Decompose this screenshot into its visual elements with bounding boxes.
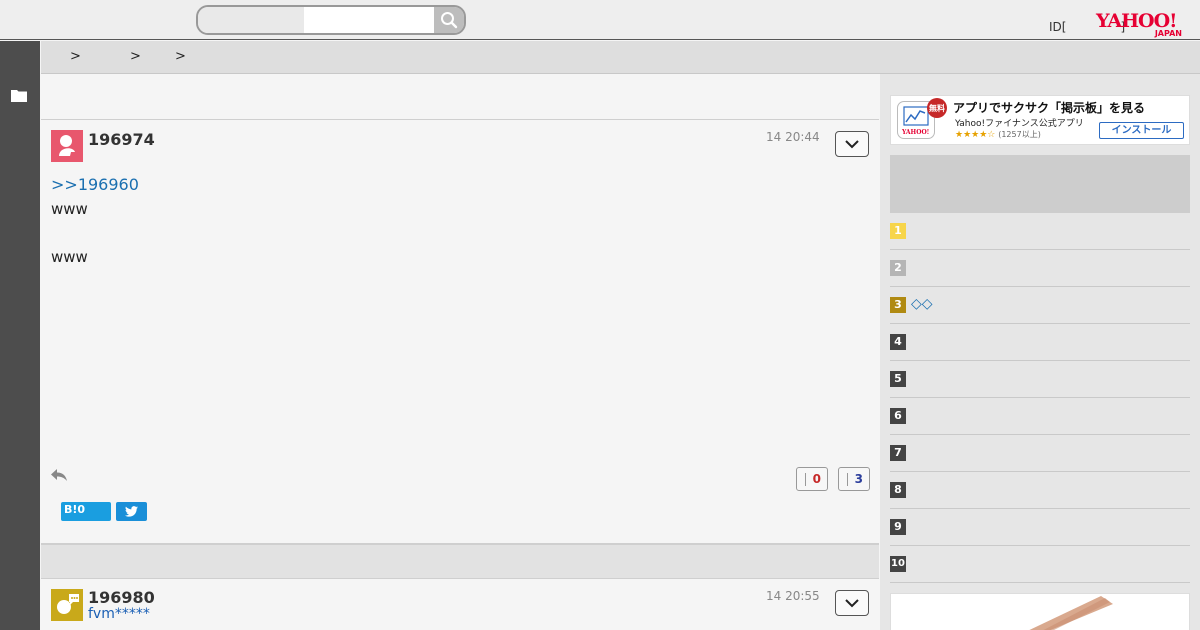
app-icon-text: YAHOO!	[902, 129, 930, 136]
ranking-item[interactable]: 10	[890, 546, 1190, 583]
hatena-bookmark-button[interactable]: B!0	[61, 502, 111, 521]
breadcrumb: > > >	[41, 41, 1200, 74]
search-input[interactable]	[304, 7, 434, 33]
hatena-label: B!0	[64, 503, 86, 516]
post-item: 196980 fvm***** 14 20:55	[41, 579, 879, 630]
post-menu-button[interactable]	[835, 131, 869, 157]
search-icon	[441, 12, 458, 29]
app-banner-subtitle: Yahoo!ファイナンス公式アプリ	[955, 119, 1084, 129]
breadcrumb-separator: >	[175, 49, 186, 64]
rank-badge: 9	[890, 519, 906, 535]
twitter-share-button[interactable]	[116, 502, 147, 521]
chevron-down-icon	[845, 139, 859, 148]
ranking-item[interactable]: 5	[890, 361, 1190, 398]
post-username[interactable]: fvm*****	[88, 606, 150, 622]
app-banner-title: アプリでサクサク「掲示板」を見る	[953, 101, 1146, 115]
rank-badge: 7	[890, 445, 906, 461]
post-item: 196974 14 20:44 >>196960 www www 0 3 B!0	[41, 120, 879, 544]
vote-divider	[847, 473, 848, 486]
rank-badge: 6	[890, 408, 906, 424]
ad-arm-image	[1029, 596, 1113, 630]
ranking-list: 1 2 3 ◇◇ 4 5 6 7 8 9 10	[890, 213, 1190, 583]
post-divider-band	[41, 543, 879, 579]
breadcrumb-separator: >	[130, 49, 141, 64]
ranking-item[interactable]: 4	[890, 324, 1190, 361]
id-prefix: ID[	[1049, 20, 1067, 34]
yahoo-japan-logo[interactable]: YAHOO! JAPAN	[1096, 10, 1188, 38]
user-avatar[interactable]	[51, 130, 83, 162]
ranking-item[interactable]: 2	[890, 250, 1190, 287]
ranking-item[interactable]: 3 ◇◇	[890, 287, 1190, 324]
reply-icon[interactable]	[50, 468, 68, 482]
vote-positive-button[interactable]: 3	[838, 467, 870, 491]
vote-negative-button[interactable]: 0	[796, 467, 828, 491]
rank-badge: 2	[890, 260, 906, 276]
left-rail	[0, 41, 40, 630]
post-number[interactable]: 196974	[88, 130, 155, 149]
post-body-line: www	[51, 200, 88, 218]
ranking-item[interactable]: 1	[890, 213, 1190, 250]
ranking-item[interactable]: 9	[890, 509, 1190, 546]
search-box	[196, 5, 466, 35]
twitter-icon	[125, 506, 138, 517]
folder-icon[interactable]	[11, 89, 27, 102]
rank-title[interactable]: ◇◇	[911, 296, 933, 312]
ranking-header	[890, 155, 1190, 213]
post-menu-button[interactable]	[835, 590, 869, 616]
logo-sub: JAPAN	[1154, 29, 1182, 38]
rank-badge: 10	[890, 556, 906, 572]
ranking-item[interactable]: 8	[890, 472, 1190, 509]
app-rating: ★★★★☆ (1257以上)	[955, 129, 1041, 140]
chevron-down-icon	[845, 598, 859, 607]
post-timestamp: 14 20:55	[766, 589, 820, 603]
vote-divider	[805, 473, 806, 486]
ranking-item[interactable]: 6	[890, 398, 1190, 435]
rank-badge: 1	[890, 223, 906, 239]
rank-badge: 3	[890, 297, 906, 313]
right-sidebar: YAHOO! 無料 アプリでサクサク「掲示板」を見る Yahoo!ファイナンス公…	[880, 74, 1200, 630]
rank-badge: 8	[890, 482, 906, 498]
rank-badge: 4	[890, 334, 906, 350]
post-timestamp: 14 20:44	[766, 130, 820, 144]
review-count: (1257以上)	[998, 130, 1041, 139]
thread-header-area	[41, 74, 879, 120]
search-button[interactable]	[434, 7, 464, 33]
breadcrumb-separator: >	[70, 49, 81, 64]
post-number[interactable]: 196980	[88, 588, 155, 607]
rating-stars: ★★★★☆	[955, 130, 996, 140]
main-content: 196974 14 20:44 >>196960 www www 0 3 B!0	[41, 74, 879, 630]
vote-positive-count: 3	[854, 472, 863, 486]
app-promo-banner[interactable]: YAHOO! 無料 アプリでサクサク「掲示板」を見る Yahoo!ファイナンス公…	[890, 95, 1190, 145]
top-header: ID[] YAHOO! JAPAN	[0, 0, 1200, 40]
ad-image[interactable]	[890, 593, 1190, 630]
vote-negative-count: 0	[812, 472, 821, 486]
rank-badge: 5	[890, 371, 906, 387]
install-button[interactable]: インストール	[1099, 122, 1184, 139]
user-avatar[interactable]	[51, 589, 83, 621]
free-badge: 無料	[927, 98, 947, 118]
reply-anchor-link[interactable]: >>196960	[51, 175, 139, 194]
search-scope-selector[interactable]	[198, 7, 304, 33]
ranking-item[interactable]: 7	[890, 435, 1190, 472]
post-body-line: www	[51, 248, 88, 266]
